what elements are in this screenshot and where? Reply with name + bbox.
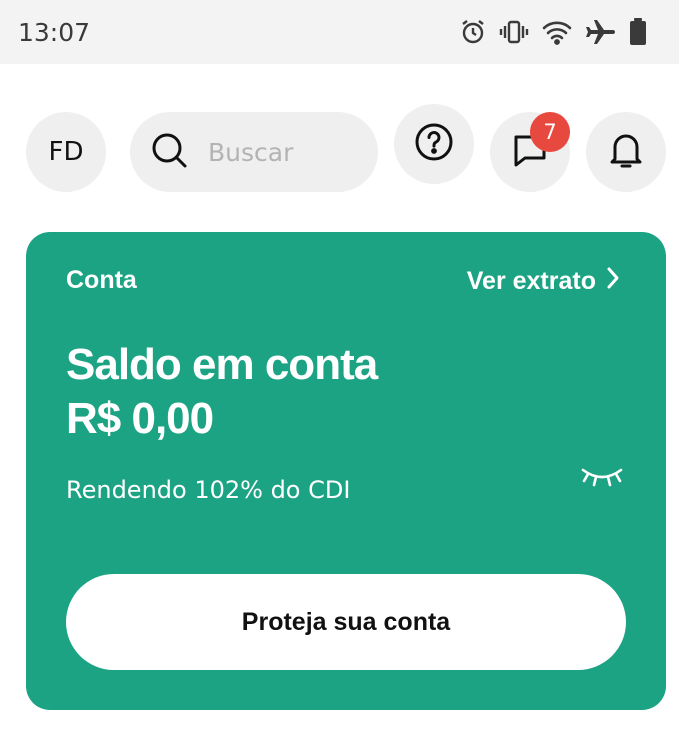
search-input[interactable]	[208, 137, 368, 167]
account-label: Conta	[66, 266, 137, 294]
help-button[interactable]	[394, 104, 474, 184]
avatar[interactable]: FD	[26, 112, 106, 192]
status-time: 13:07	[18, 17, 91, 47]
status-bar: 13:07	[0, 0, 679, 64]
search-bar[interactable]	[130, 112, 378, 192]
notifications-button[interactable]	[586, 112, 666, 192]
balance-title: Saldo em conta	[66, 340, 378, 389]
home-header: FD	[0, 64, 679, 232]
wifi-icon	[541, 19, 573, 45]
balance-value: R$ 0,00	[66, 394, 214, 443]
protect-account-button[interactable]: Proteja sua conta	[66, 574, 626, 670]
airplane-icon	[585, 18, 617, 46]
help-icon	[414, 122, 454, 167]
chevron-right-icon	[606, 266, 620, 297]
view-statement-link[interactable]: Ver extrato	[467, 266, 620, 297]
eye-closed-icon	[580, 468, 624, 496]
avatar-initials: FD	[48, 137, 84, 167]
status-icons	[459, 18, 647, 46]
vibrate-icon	[499, 18, 529, 46]
bell-icon	[608, 131, 644, 174]
battery-icon	[629, 18, 647, 46]
search-icon	[150, 131, 188, 174]
account-card: Conta Ver extrato Saldo em conta R$ 0,00…	[26, 232, 666, 710]
messages-badge: 7	[530, 112, 570, 152]
yield-text: Rendendo 102% do CDI	[66, 476, 351, 504]
view-statement-label: Ver extrato	[466, 267, 596, 295]
hide-balance-button[interactable]	[580, 466, 624, 492]
alarm-icon	[459, 18, 487, 46]
